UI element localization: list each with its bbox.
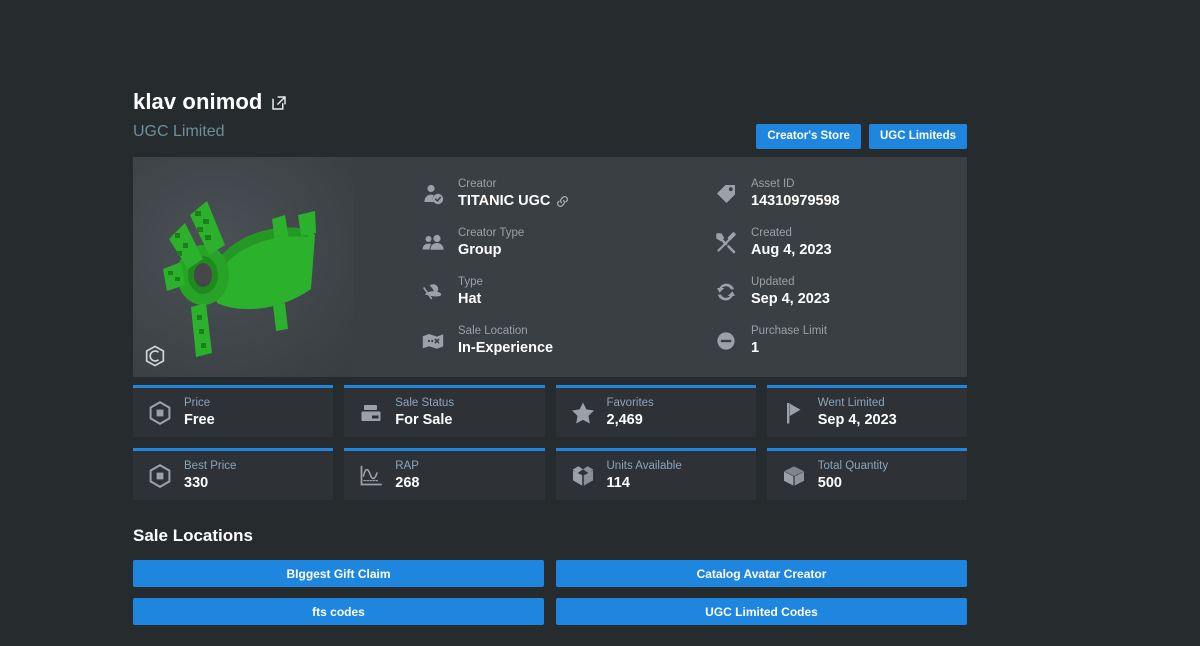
- hex-c-logo-icon: [145, 345, 165, 367]
- tag-icon: [714, 182, 738, 206]
- info-item-creator: Creator TITANIC UGC: [421, 171, 674, 217]
- ugc-limiteds-button[interactable]: UGC Limiteds: [868, 124, 967, 149]
- stat-label: Price: [184, 396, 211, 409]
- stat-label: Favorites: [606, 396, 654, 409]
- sale-location-button-1[interactable]: BIggest Gift Claim: [133, 560, 544, 587]
- info-label: Type: [458, 275, 483, 288]
- info-value: 1: [751, 339, 760, 356]
- info-label: Sale Location: [458, 324, 528, 337]
- info-label: Creator Type: [458, 226, 525, 239]
- creators-store-button[interactable]: Creator's Store: [756, 124, 861, 149]
- star-icon: [570, 400, 596, 426]
- info-value: Hat: [458, 290, 482, 307]
- header-button-group: Creator's Store UGC Limiteds: [756, 124, 967, 149]
- stat-card-best-price[interactable]: Best Price 330: [133, 448, 334, 500]
- refresh-icon: [714, 280, 738, 304]
- creator-name: TITANIC UGC: [458, 192, 551, 209]
- info-value: Group: [458, 241, 502, 258]
- stat-value: 2,469: [606, 411, 643, 428]
- info-item-type: Type Hat: [421, 269, 674, 315]
- stat-label: Sale Status: [395, 396, 455, 409]
- box-icon: [781, 463, 807, 489]
- info-value: Aug 4, 2023: [751, 241, 832, 258]
- info-label: Purchase Limit: [751, 324, 828, 337]
- stat-card-sale-status[interactable]: Sale Status For Sale: [344, 385, 545, 437]
- tools-icon: [714, 231, 738, 255]
- robux-icon: [147, 400, 173, 426]
- info-columns: Creator TITANIC UGC Creator Type Group T…: [353, 157, 967, 377]
- content-container: klav onimod UGC Limited Creator's Store …: [133, 88, 967, 625]
- info-label: Updated: [751, 275, 795, 288]
- link-icon[interactable]: [556, 195, 569, 208]
- stat-card-row-2: Best Price 330 RAP 268 Units Available 1…: [133, 448, 967, 500]
- sale-location-button-4[interactable]: UGC Limited Codes: [556, 598, 967, 625]
- sale-location-button-3[interactable]: fts codes: [133, 598, 544, 625]
- sale-status-icon: [358, 400, 384, 426]
- info-item-updated: Updated Sep 4, 2023: [714, 269, 967, 315]
- stat-value: For Sale: [395, 411, 453, 428]
- stat-card-total-quantity[interactable]: Total Quantity 500: [766, 448, 967, 500]
- page-title: klav onimod: [133, 89, 263, 114]
- item-thumbnail[interactable]: [133, 157, 353, 377]
- chart-icon: [358, 463, 384, 489]
- info-item-created: Created Aug 4, 2023: [714, 220, 967, 266]
- info-value: TITANIC UGC: [458, 192, 569, 211]
- info-label: Creator: [458, 177, 497, 190]
- group-icon: [421, 231, 445, 255]
- info-item-asset-id: Asset ID 14310979598: [714, 171, 967, 217]
- info-label: Created: [751, 226, 792, 239]
- stat-card-units-available[interactable]: Units Available 114: [555, 448, 756, 500]
- sale-location-button-2[interactable]: Catalog Avatar Creator: [556, 560, 967, 587]
- item-details-page: klav onimod UGC Limited Creator's Store …: [0, 0, 1200, 646]
- stat-card-row-1: Price Free Sale Status For Sale Favorite…: [133, 385, 967, 437]
- page-header: klav onimod: [133, 88, 967, 116]
- info-item-sale-location: Sale Location In-Experience: [421, 318, 674, 364]
- stat-card-favorites[interactable]: Favorites 2,469: [555, 385, 756, 437]
- stat-value: Free: [184, 411, 215, 428]
- hat-icon: [421, 280, 445, 304]
- info-value: Sep 4, 2023: [751, 290, 830, 307]
- sale-locations-grid: BIggest Gift Claim Catalog Avatar Creato…: [133, 560, 967, 625]
- stat-label: Total Quantity: [817, 459, 889, 472]
- stat-card-price[interactable]: Price Free: [133, 385, 334, 437]
- minus-circle-icon: [714, 329, 738, 353]
- info-value: In-Experience: [458, 339, 554, 356]
- info-item-creator-type: Creator Type Group: [421, 220, 674, 266]
- stat-card-went-limited[interactable]: Went Limited Sep 4, 2023: [766, 385, 967, 437]
- user-verified-icon: [421, 182, 445, 206]
- stat-value: 268: [395, 474, 420, 491]
- stat-card-rap[interactable]: RAP 268: [344, 448, 545, 500]
- stat-value: 330: [184, 474, 209, 491]
- open-box-icon: [570, 463, 596, 489]
- map-icon: [421, 329, 445, 353]
- info-column-right: Asset ID 14310979598 Created Aug 4, 2023…: [674, 169, 967, 365]
- stat-label: Units Available: [606, 459, 682, 472]
- stat-label: RAP: [395, 459, 419, 472]
- info-value: 14310979598: [751, 192, 840, 209]
- info-item-purchase-limit: Purchase Limit 1: [714, 318, 967, 364]
- stat-label: Went Limited: [817, 396, 885, 409]
- robux-icon: [147, 463, 173, 489]
- external-link-icon[interactable]: [270, 94, 288, 112]
- item-info-panel: Creator TITANIC UGC Creator Type Group T…: [133, 157, 967, 377]
- sale-locations-title: Sale Locations: [133, 526, 253, 545]
- stat-label: Best Price: [184, 459, 237, 472]
- flag-icon: [781, 400, 807, 426]
- stat-value: Sep 4, 2023: [817, 411, 897, 428]
- stat-value: 114: [606, 474, 630, 491]
- info-column-left: Creator TITANIC UGC Creator Type Group T…: [353, 169, 674, 365]
- stat-value: 500: [817, 474, 842, 491]
- info-label: Asset ID: [751, 177, 795, 190]
